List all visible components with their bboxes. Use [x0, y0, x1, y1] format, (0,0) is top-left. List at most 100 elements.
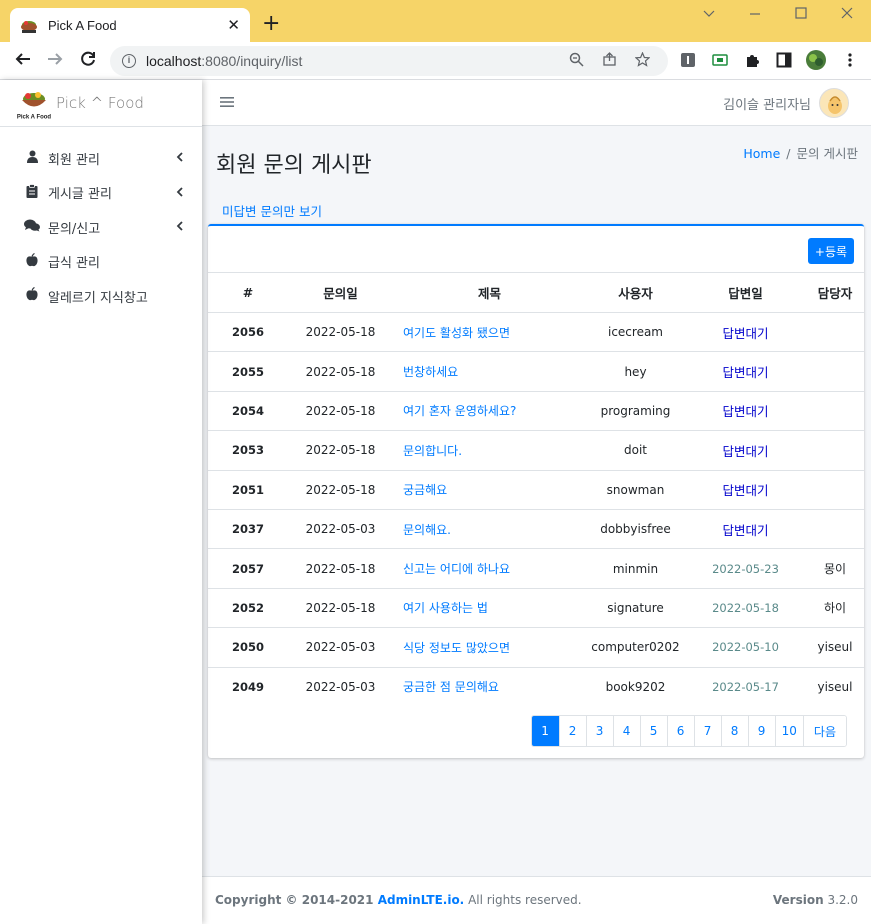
table-row[interactable]: 2055 2022-05-18 번창하세요 hey 답변대기	[208, 351, 864, 392]
page-link-3[interactable]: 3	[585, 716, 613, 746]
row-date: 2022-05-18	[288, 390, 393, 431]
row-title-link[interactable]: 여기 사용하는 법	[393, 587, 586, 628]
extension-1-icon[interactable]	[680, 52, 696, 68]
row-date: 2022-05-18	[288, 351, 393, 392]
page-link-9[interactable]: 9	[747, 716, 775, 746]
page-link-6[interactable]: 6	[666, 716, 694, 746]
sidebar-item-member[interactable]: 회원 관리	[0, 141, 202, 176]
table-row[interactable]: 2052 2022-05-18 여기 사용하는 법 signature 2022…	[208, 587, 864, 628]
user-icon	[24, 150, 40, 167]
user-name[interactable]: 김이슬 관리자님	[723, 94, 811, 113]
column-header-id[interactable]: #	[208, 272, 288, 313]
table-header-row: # 문의일 제목 사용자 답변일 담당자	[208, 272, 864, 313]
bookmark-star-icon[interactable]	[634, 50, 651, 71]
sidebar-item-label: 회원 관리	[48, 152, 100, 168]
close-window-icon[interactable]	[840, 6, 854, 24]
page-link-4[interactable]: 4	[612, 716, 640, 746]
breadcrumb-current: 문의 게시판	[796, 146, 858, 161]
sidebar-item-allergy[interactable]: 알레르기 지식창고	[0, 279, 202, 314]
column-header-title[interactable]: 제목	[393, 272, 586, 313]
table-row[interactable]: 2054 2022-05-18 여기 혼자 운영하세요? programing …	[208, 390, 864, 431]
row-user: programing	[586, 390, 685, 431]
sidebar-item-posts[interactable]: 게시글 관리	[0, 176, 202, 211]
next-page-link[interactable]: 다음	[802, 716, 846, 746]
info-icon[interactable]: i	[122, 54, 136, 68]
zoom-icon[interactable]	[569, 52, 584, 71]
chevron-down-icon[interactable]	[702, 6, 716, 24]
chevron-left-icon	[176, 186, 184, 200]
page-link-10[interactable]: 10	[774, 716, 803, 746]
row-title-link[interactable]: 문의합니다.	[393, 430, 586, 471]
main-header: 김이슬 관리자님	[202, 80, 871, 126]
breadcrumb-home-link[interactable]: Home	[743, 146, 780, 161]
table-row[interactable]: 2051 2022-05-18 궁금해요 snowman 답변대기	[208, 469, 864, 510]
table-row[interactable]: 2037 2022-05-03 문의해요. dobbyisfree 답변대기	[208, 508, 864, 549]
share-icon[interactable]	[602, 51, 617, 71]
url-bar[interactable]: i localhost:8080/inquiry/list	[110, 46, 668, 76]
table-row[interactable]: 2057 2022-05-18 신고는 어디에 하나요 minmin 2022-…	[208, 548, 864, 589]
url-host: localhost	[146, 53, 202, 69]
page-link-1[interactable]: 1	[531, 716, 559, 746]
url-text[interactable]: localhost:8080/inquiry/list	[146, 53, 569, 69]
adminlte-link[interactable]: AdminLTE.io.	[378, 893, 465, 907]
side-panel-icon[interactable]	[776, 52, 792, 68]
brand-text: Pick ^ Food	[56, 94, 144, 112]
row-id: 2054	[208, 390, 288, 431]
new-tab-icon[interactable]: +	[262, 13, 280, 35]
sidebar-item-meal[interactable]: 급식 관리	[0, 245, 202, 280]
column-header-date[interactable]: 문의일	[288, 272, 393, 313]
row-answer-status: 답변대기	[685, 390, 806, 431]
address-bar: i localhost:8080/inquiry/list	[0, 42, 871, 80]
tab-close-icon[interactable]: ✕	[227, 16, 240, 34]
sidebar-item-inquiry[interactable]: 문의/신고	[0, 210, 202, 245]
page-link-5[interactable]: 5	[639, 716, 667, 746]
row-user: book9202	[586, 666, 685, 707]
browser-tab[interactable]: Pick A Food ✕	[10, 8, 250, 42]
row-user: dobbyisfree	[586, 508, 685, 549]
sidebar-item-label: 알레르기 지식창고	[48, 290, 148, 306]
column-header-user[interactable]: 사용자	[586, 272, 685, 313]
reload-icon[interactable]	[79, 50, 97, 73]
tab-bar: Pick A Food ✕ +	[0, 0, 871, 42]
row-title-link[interactable]: 번창하세요	[393, 351, 586, 392]
extension-2-icon[interactable]	[712, 52, 728, 68]
row-answer-status: 답변대기	[685, 311, 806, 352]
row-user: doit	[586, 430, 685, 471]
minimize-icon[interactable]	[748, 6, 762, 24]
tab-unanswered-only[interactable]: 미답변 문의만 보기	[222, 201, 322, 220]
back-icon[interactable]	[14, 50, 32, 73]
page-link-8[interactable]: 8	[720, 716, 748, 746]
register-button[interactable]: +등록	[808, 238, 854, 264]
more-menu-icon[interactable]	[842, 52, 858, 68]
row-manager	[806, 390, 864, 431]
row-title-link[interactable]: 식당 정보도 많았으면	[393, 627, 586, 668]
table-row[interactable]: 2053 2022-05-18 문의합니다. doit 답변대기	[208, 430, 864, 471]
row-manager	[806, 469, 864, 510]
page-link-2[interactable]: 2	[558, 716, 586, 746]
hamburger-menu-icon[interactable]	[220, 93, 234, 112]
column-header-manager[interactable]: 담당자	[806, 272, 864, 313]
column-header-answer-date[interactable]: 답변일	[685, 272, 806, 313]
user-avatar[interactable]	[819, 88, 849, 118]
brand-link[interactable]: Pick A Food Pick ^ Food	[0, 80, 202, 127]
footer: Copyright © 2014-2021 AdminLTE.io. All r…	[202, 876, 871, 924]
row-user: hey	[586, 351, 685, 392]
clipboard-icon	[24, 183, 40, 202]
table-row[interactable]: 2049 2022-05-03 궁금한 점 문의해요 book9202 2022…	[208, 666, 864, 707]
favicon-icon	[20, 16, 38, 34]
maximize-icon[interactable]	[794, 6, 808, 24]
row-title-link[interactable]: 궁금해요	[393, 469, 586, 510]
sidebar-item-label: 문의/신고	[48, 221, 101, 237]
inquiry-card: +등록 # 문의일 제목 사용자 답변일 담당자 2056 2022-05-18	[208, 224, 864, 758]
page-link-7[interactable]: 7	[693, 716, 721, 746]
row-title-link[interactable]: 신고는 어디에 하나요	[393, 548, 586, 589]
row-title-link[interactable]: 여기 혼자 운영하세요?	[393, 390, 586, 431]
table-row[interactable]: 2050 2022-05-03 식당 정보도 많았으면 computer0202…	[208, 627, 864, 668]
profile-avatar-icon[interactable]	[806, 50, 826, 70]
row-title-link[interactable]: 여기도 활성화 됐으면	[393, 311, 586, 352]
extensions-puzzle-icon[interactable]	[744, 52, 760, 68]
forward-icon[interactable]	[46, 50, 64, 73]
row-title-link[interactable]: 문의해요.	[393, 508, 586, 549]
table-row[interactable]: 2056 2022-05-18 여기도 활성화 됐으면 icecream 답변대…	[208, 311, 864, 352]
row-title-link[interactable]: 궁금한 점 문의해요	[393, 666, 586, 707]
